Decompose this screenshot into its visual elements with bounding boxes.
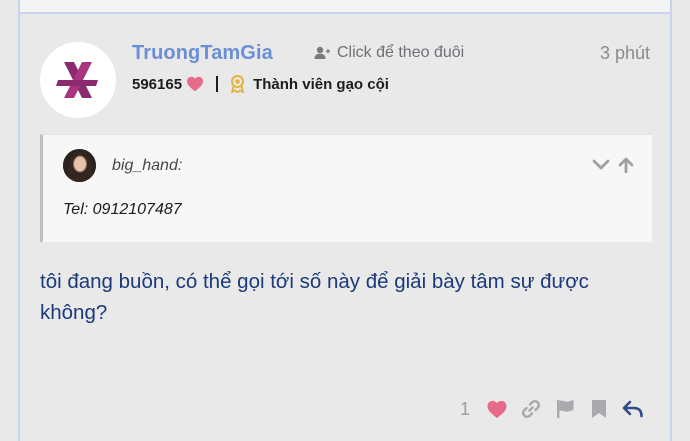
likes-received-count: 596165 bbox=[132, 75, 183, 93]
share-link-button[interactable] bbox=[514, 396, 548, 422]
quote-controls bbox=[592, 157, 634, 178]
like-count[interactable]: 1 bbox=[460, 399, 470, 420]
user-title: Thành viên gạo cội bbox=[253, 75, 389, 93]
bookmark-icon bbox=[592, 400, 606, 418]
chevron-down-icon[interactable] bbox=[592, 157, 610, 178]
forum-post: TruongTamGia Click để theo đuôi 3 phút 5… bbox=[20, 16, 670, 441]
post-actions: 1 bbox=[460, 396, 650, 422]
bookmark-button[interactable] bbox=[582, 396, 616, 422]
quote-avatar[interactable] bbox=[63, 149, 96, 182]
previous-post-edge bbox=[20, 0, 670, 14]
like-button[interactable] bbox=[480, 396, 514, 422]
flag-button[interactable] bbox=[548, 396, 582, 422]
right-frame-border bbox=[670, 0, 672, 441]
stats-separator bbox=[216, 76, 219, 92]
quote-text: Tel: 0912107487 bbox=[63, 201, 182, 218]
arrow-up-icon[interactable] bbox=[618, 157, 634, 178]
link-icon bbox=[521, 399, 541, 419]
award-icon bbox=[230, 75, 245, 93]
user-plus-icon bbox=[314, 46, 330, 59]
post-content: tôi đang buồn, có thể gọi tới số này để … bbox=[40, 270, 589, 324]
author-stats: 596165 Thành viên gạo cội bbox=[132, 75, 389, 93]
reply-button[interactable] bbox=[616, 396, 650, 422]
follow-label: Click để theo đuôi bbox=[337, 44, 465, 61]
author-username[interactable]: TruongTamGia bbox=[132, 42, 273, 65]
author-logo-icon bbox=[56, 62, 98, 98]
quote-username[interactable]: big_hand: bbox=[112, 157, 182, 175]
flag-icon bbox=[557, 400, 574, 418]
quote-block: big_hand: Tel: 0912107487 bbox=[40, 134, 652, 242]
follow-button[interactable]: Click để theo đuôi bbox=[314, 44, 464, 62]
heart-icon bbox=[487, 400, 507, 418]
heart-icon bbox=[186, 76, 204, 92]
reply-icon bbox=[622, 400, 643, 418]
post-time[interactable]: 3 phút bbox=[600, 43, 650, 64]
author-avatar[interactable] bbox=[40, 42, 116, 118]
